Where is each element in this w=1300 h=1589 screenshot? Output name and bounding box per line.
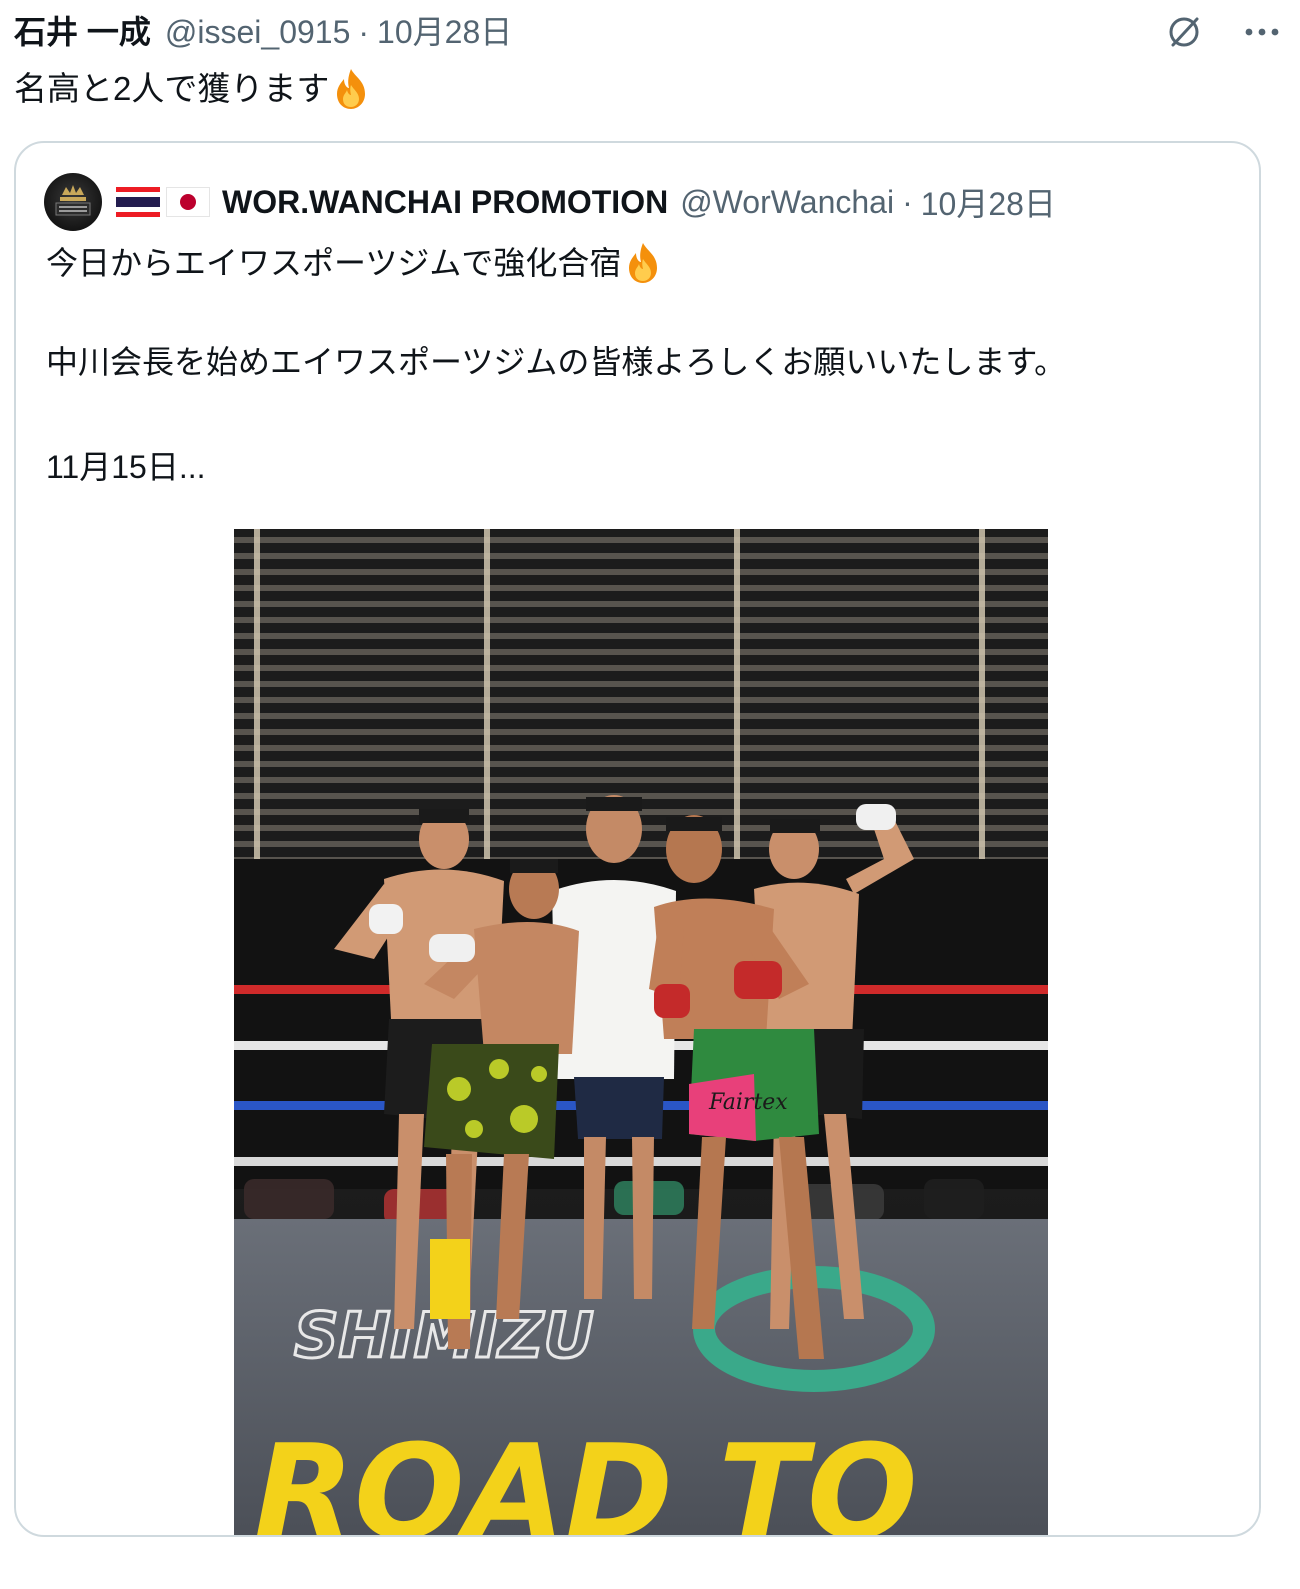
quote-text-line-1: 今日からエイワスポーツジムで強化合宿 (46, 240, 663, 286)
fire-emoji-icon (331, 67, 371, 111)
quote-header: WOR.WANCHAI PROMOTION @WorWanchai · 10月2… (44, 173, 1056, 231)
fire-emoji-icon (623, 241, 663, 285)
tweet-body: 名高と2人で獲ります (14, 70, 330, 107)
tweet-date[interactable]: 10月28日 (377, 10, 512, 54)
blind-slat (234, 585, 1048, 591)
more-icon[interactable] (1242, 12, 1282, 52)
tweet-text: 名高と2人で獲ります (14, 66, 371, 112)
blind-slat (234, 681, 1048, 687)
tweet: 石井 一成 @issei_0915 · 10月28日 名高と2人で獲ります WO… (0, 0, 1300, 1589)
blind-slat (234, 537, 1048, 543)
grok-slash-icon[interactable] (1164, 12, 1204, 52)
tweet-actions (1164, 12, 1282, 52)
quote-line-3: 11月15日... (46, 449, 206, 485)
quote-text-line-3: 11月15日... (46, 444, 206, 490)
quote-date[interactable]: 10月28日 (921, 179, 1056, 225)
quote-photo[interactable]: SHIMIZU ROAD TO Fairtex (234, 529, 1048, 1537)
quote-text-line-2: 中川会長を始めエイワスポーツジムの皆様よろしくお願いいたします。 (46, 339, 1066, 385)
shorts-brand-text: Fairtex (708, 1090, 788, 1115)
quote-avatar[interactable] (44, 173, 102, 231)
quote-separator-dot: · (902, 183, 913, 220)
quoted-tweet[interactable]: WOR.WANCHAI PROMOTION @WorWanchai · 10月2… (14, 141, 1261, 1537)
blind-slat (234, 617, 1048, 623)
blind-slat (234, 601, 1048, 607)
tweet-header: 石井 一成 @issei_0915 · 10月28日 (14, 10, 512, 54)
quote-line-1: 今日からエイワスポーツジムで強化合宿 (46, 245, 622, 281)
thailand-flag-icon (116, 187, 160, 217)
blind-slat (234, 649, 1048, 655)
blind-slat (234, 745, 1048, 751)
blind-slat (234, 777, 1048, 783)
blind-slat (234, 569, 1048, 575)
window-blinds (234, 529, 1048, 863)
blind-slat (234, 697, 1048, 703)
blind-slat (234, 841, 1048, 847)
blind-slat (234, 761, 1048, 767)
blind-slat (234, 633, 1048, 639)
author-name[interactable]: 石井 一成 (14, 10, 151, 54)
blind-slat (234, 553, 1048, 559)
quote-author-handle[interactable]: @WorWanchai (680, 184, 894, 221)
floor-text-road-to: ROAD TO (254, 1416, 918, 1537)
japan-flag-icon (166, 187, 210, 217)
quote-author-name[interactable]: WOR.WANCHAI PROMOTION (222, 184, 668, 221)
blind-slat (234, 665, 1048, 671)
quote-line-2: 中川会長を始めエイワスポーツジムの皆様よろしくお願いいたします。 (46, 344, 1067, 380)
blind-slat (234, 713, 1048, 719)
blind-slat (234, 729, 1048, 735)
author-handle[interactable]: @issei_0915 (165, 10, 350, 54)
separator-dot: · (358, 14, 370, 50)
